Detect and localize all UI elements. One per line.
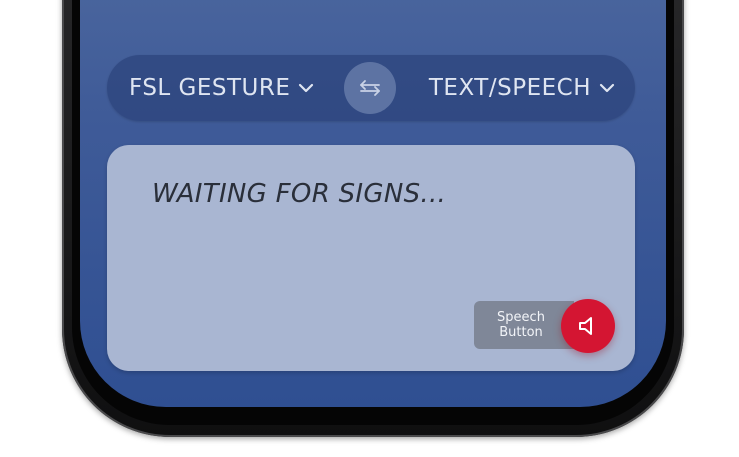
target-language-label: TEXT/SPEECH <box>428 75 591 101</box>
chevron-down-icon <box>299 83 314 93</box>
speech-button[interactable] <box>561 299 615 353</box>
speech-button-label: Speech Button <box>474 301 574 349</box>
language-selector-bar: FSL GESTURE TEXT/SPEECH <box>107 55 635 121</box>
speech-label-line2: Button <box>499 325 543 340</box>
speech-label-line1: Speech <box>497 310 545 325</box>
speaker-icon <box>579 317 592 335</box>
output-status-text: WAITING FOR SIGNS... <box>152 179 447 209</box>
app-viewport: FSL GESTURE TEXT/SPEECH WAITING FOR SIGN… <box>0 0 739 457</box>
source-language-label: FSL GESTURE <box>129 75 291 101</box>
swap-arrows-icon <box>360 80 380 96</box>
source-language-dropdown[interactable]: FSL GESTURE <box>129 55 314 121</box>
target-language-dropdown[interactable]: TEXT/SPEECH <box>429 55 615 121</box>
swap-languages-button[interactable] <box>344 62 396 114</box>
translation-output-card: WAITING FOR SIGNS... Speech Button <box>107 145 635 371</box>
chevron-down-icon <box>599 83 615 93</box>
